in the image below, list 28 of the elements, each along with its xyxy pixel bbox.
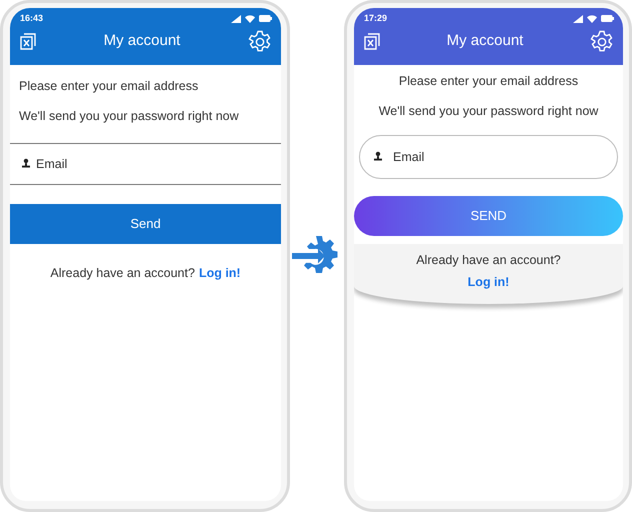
wifi-icon [587,14,597,23]
instruction-text: We'll send you your password right now [378,102,600,120]
login-link[interactable]: Log in! [468,273,510,292]
header-title: My account [104,31,180,52]
send-button[interactable]: SEND [354,196,623,236]
instruction-text: Please enter your email address [18,78,200,95]
instruction-text: We'll send you your password right now [18,108,240,125]
wifi-icon [245,14,255,23]
header-title: My account [446,31,524,52]
user-icon [374,151,382,160]
battery-icon [259,15,272,22]
close-document-icon[interactable] [364,33,380,50]
settings-icon[interactable] [590,30,614,54]
settings-icon[interactable] [248,30,272,54]
send-button[interactable]: Send [10,204,281,244]
signal-icon [231,14,241,23]
status-time: 16:43 [20,12,44,25]
user-icon [22,158,30,168]
login-link[interactable]: Log in! [198,264,241,282]
close-document-icon[interactable] [20,33,36,50]
prompt-text: Already have an account? [416,252,561,269]
battery-icon [601,15,614,22]
email-field[interactable]: Email [359,134,618,178]
instruction-text: Please enter your email address [398,73,580,90]
signal-icon [573,14,583,23]
status-time: 17:29 [364,12,388,25]
email-field[interactable]: Email [10,142,281,184]
prompt-text: Already have an account? [50,264,195,282]
